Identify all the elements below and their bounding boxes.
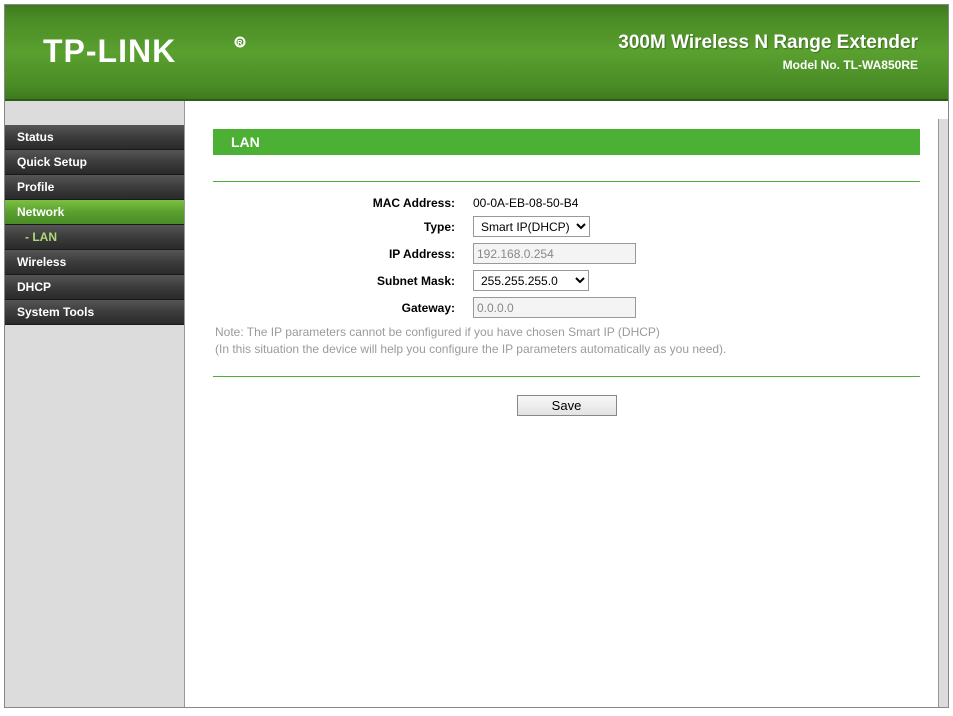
row-ip: IP Address:	[213, 243, 920, 264]
row-gateway: Gateway:	[213, 297, 920, 318]
divider	[213, 181, 920, 182]
note-line2: (In this situation the device will help …	[215, 342, 726, 356]
sidebar-item-wireless[interactable]: Wireless	[5, 250, 184, 275]
row-mac: MAC Address: 00-0A-EB-08-50-B4	[213, 196, 920, 210]
row-type: Type: Smart IP(DHCP)	[213, 216, 920, 237]
gateway-label: Gateway:	[213, 301, 473, 315]
right-gutter	[938, 119, 948, 707]
tplink-logo-icon: TP-LINK R	[43, 32, 273, 72]
mac-value: 00-0A-EB-08-50-B4	[473, 196, 578, 210]
header-right: 300M Wireless N Range Extender Model No.…	[618, 32, 918, 72]
note-text: Note: The IP parameters cannot be config…	[213, 324, 920, 358]
sidebar-item-network[interactable]: Network	[5, 200, 184, 225]
app-window: TP-LINK R 300M Wireless N Range Extender…	[4, 4, 949, 708]
sidebar-item-lan[interactable]: - LAN	[5, 225, 184, 250]
save-button[interactable]: Save	[517, 395, 617, 416]
model-number: Model No. TL-WA850RE	[618, 58, 918, 72]
mask-select[interactable]: 255.255.255.0	[473, 270, 589, 291]
sidebar-item-status[interactable]: Status	[5, 125, 184, 150]
sidebar-item-profile[interactable]: Profile	[5, 175, 184, 200]
type-label: Type:	[213, 220, 473, 234]
note-line1: Note: The IP parameters cannot be config…	[215, 325, 660, 339]
ip-label: IP Address:	[213, 247, 473, 261]
type-select[interactable]: Smart IP(DHCP)	[473, 216, 590, 237]
content-area: LAN MAC Address: 00-0A-EB-08-50-B4 Type:…	[185, 101, 948, 707]
sidebar: Status Quick Setup Profile Network - LAN…	[5, 101, 185, 707]
panel-title: LAN	[213, 129, 920, 155]
body: Status Quick Setup Profile Network - LAN…	[5, 101, 948, 707]
brand-logo: TP-LINK R	[43, 32, 273, 72]
mask-label: Subnet Mask:	[213, 274, 473, 288]
sidebar-item-quick-setup[interactable]: Quick Setup	[5, 150, 184, 175]
svg-text:TP-LINK: TP-LINK	[43, 33, 176, 69]
header-bar: TP-LINK R 300M Wireless N Range Extender…	[5, 5, 948, 101]
mac-label: MAC Address:	[213, 196, 473, 210]
svg-text:R: R	[237, 40, 242, 47]
sidebar-item-dhcp[interactable]: DHCP	[5, 275, 184, 300]
row-mask: Subnet Mask: 255.255.255.0	[213, 270, 920, 291]
button-row: Save	[213, 395, 920, 416]
sidebar-item-system-tools[interactable]: System Tools	[5, 300, 184, 325]
ip-input[interactable]	[473, 243, 636, 264]
gateway-input[interactable]	[473, 297, 636, 318]
product-title: 300M Wireless N Range Extender	[618, 32, 918, 54]
divider	[213, 376, 920, 377]
